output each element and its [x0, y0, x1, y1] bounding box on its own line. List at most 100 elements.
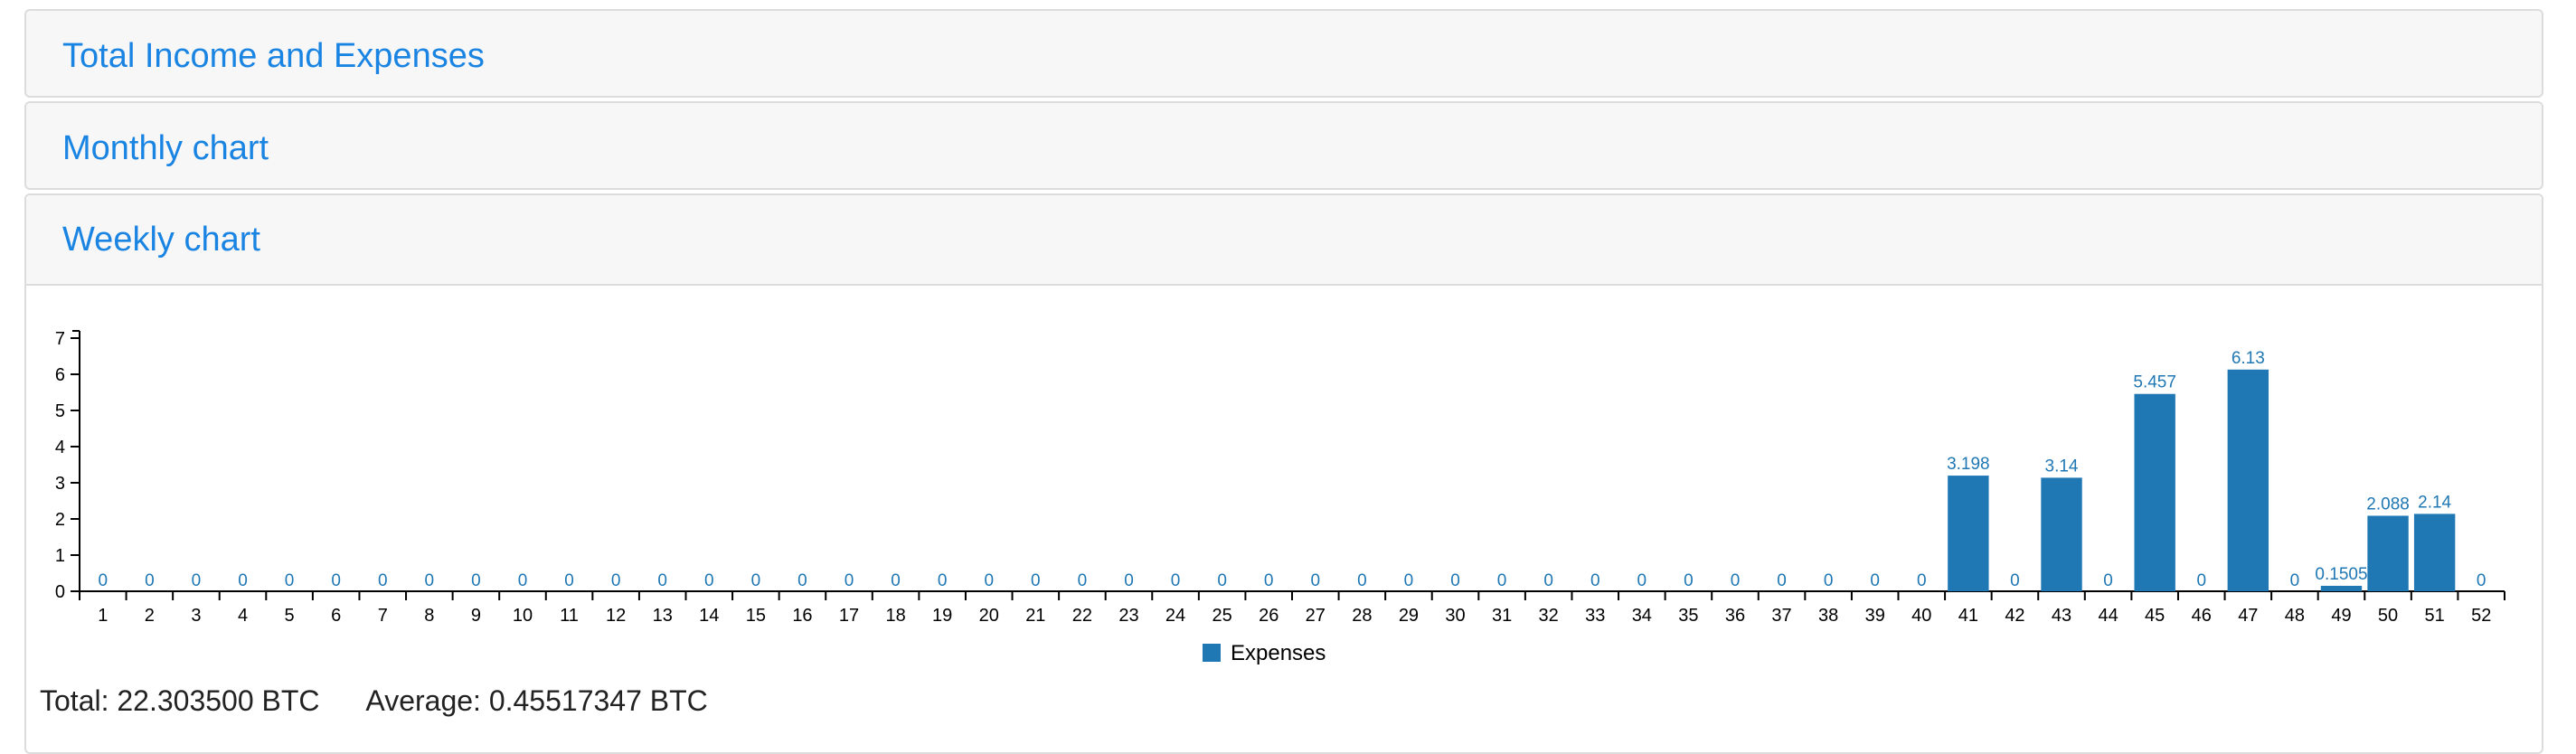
bar [2320, 585, 2363, 591]
bar-value-label: 0 [2290, 571, 2300, 590]
y-tick-label: 6 [55, 365, 65, 385]
bar-value-label: 0 [1637, 571, 1647, 590]
bar-value-label: 0 [1357, 571, 1367, 590]
x-tick-label: 10 [513, 606, 533, 626]
x-tick-label: 45 [2145, 606, 2165, 626]
bar-value-label: 0 [845, 571, 854, 590]
bar-value-label: 0 [1731, 571, 1741, 590]
x-tick-label: 14 [699, 606, 719, 626]
bar-value-label: 0 [1824, 571, 1834, 590]
x-tick-label: 47 [2238, 606, 2258, 626]
average-text: Average: 0.45517347 BTC [365, 684, 708, 717]
x-tick-label: 5 [285, 606, 295, 626]
x-tick-label: 17 [839, 606, 859, 626]
x-tick-label: 33 [1585, 606, 1605, 626]
bar-value-label: 0 [1124, 571, 1134, 590]
x-tick-label: 46 [2192, 606, 2212, 626]
x-tick-label: 50 [2378, 606, 2398, 626]
x-tick-label: 32 [1539, 606, 1559, 626]
bar-value-label: 0 [285, 571, 295, 590]
legend-swatch [1203, 644, 1221, 662]
y-tick-label: 4 [55, 438, 65, 457]
x-tick-label: 31 [1492, 606, 1512, 626]
bar-value-label: 0 [1031, 571, 1041, 590]
bar-value-label: 3.14 [2045, 457, 2079, 476]
bar-value-label: 0 [1217, 571, 1227, 590]
x-tick-label: 16 [792, 606, 812, 626]
y-tick-label: 2 [55, 510, 65, 530]
x-tick-label: 3 [191, 606, 201, 626]
x-tick-label: 48 [2285, 606, 2305, 626]
bar [2227, 369, 2269, 591]
x-tick-label: 25 [1213, 606, 1232, 626]
x-tick-label: 37 [1771, 606, 1791, 626]
x-tick-label: 13 [653, 606, 673, 626]
bar-value-label: 0 [704, 571, 714, 590]
x-tick-label: 35 [1678, 606, 1698, 626]
bar-value-label: 6.13 [2232, 349, 2265, 368]
bar-value-label: 0 [611, 571, 621, 590]
bar-value-label: 0 [564, 571, 574, 590]
x-tick-label: 29 [1399, 606, 1419, 626]
bar-value-label: 0 [1543, 571, 1553, 590]
bar-value-label: 0 [1310, 571, 1320, 590]
x-tick-label: 30 [1445, 606, 1465, 626]
bar-value-label: 0 [657, 571, 667, 590]
x-tick-label: 21 [1025, 606, 1045, 626]
x-tick-label: 51 [2425, 606, 2445, 626]
x-tick-label: 15 [746, 606, 766, 626]
y-tick-label: 7 [55, 329, 65, 349]
bar [1948, 476, 1989, 591]
bar-value-label: 5.457 [2133, 373, 2176, 392]
bar-value-label: 0 [1590, 571, 1600, 590]
y-tick-label: 3 [55, 474, 65, 494]
bar-value-label: 0.1505 [2315, 565, 2367, 584]
bar-value-label: 0 [2477, 571, 2486, 590]
weekly-chart-area: 0 1 2 3 4 5 6 7 0 1 0 2 0 3 0 4 0 5 0 6 0 7 0 8 0 9 0 10 0 11 0 12 0 13 0 1… [0, 0, 2576, 683]
x-tick-label: 23 [1118, 606, 1138, 626]
bar-value-label: 3.198 [1947, 455, 1990, 474]
x-tick-label: 38 [1818, 606, 1838, 626]
bar-value-label: 0 [1404, 571, 1414, 590]
x-tick-label: 34 [1632, 606, 1652, 626]
bar-value-label: 0 [145, 571, 155, 590]
x-tick-label: 42 [2005, 606, 2024, 626]
bar-value-label: 0 [1684, 571, 1694, 590]
legend-label: Expenses [1231, 641, 1326, 665]
x-tick-label: 52 [2471, 606, 2491, 626]
bar-value-label: 0 [471, 571, 481, 590]
x-tick-label: 41 [1958, 606, 1978, 626]
x-tick-label: 26 [1259, 606, 1279, 626]
weekly-expenses-bar-chart: 0123456701020304050607080901001101201301… [55, 329, 2505, 665]
x-tick-label: 11 [560, 606, 579, 626]
bar-value-label: 0 [1264, 571, 1274, 590]
bar-value-label: 0 [1171, 571, 1181, 590]
bar [2134, 393, 2175, 591]
x-tick-label: 18 [885, 606, 905, 626]
bar-value-label: 0 [2103, 571, 2113, 590]
x-tick-label: 27 [1306, 606, 1326, 626]
bar-value-label: 0 [425, 571, 435, 590]
x-tick-label: 36 [1725, 606, 1745, 626]
x-tick-label: 2 [145, 606, 155, 626]
bar [2041, 477, 2082, 591]
bar [2413, 514, 2456, 591]
x-tick-label: 7 [378, 606, 388, 626]
x-tick-label: 20 [979, 606, 999, 626]
y-tick-label: 1 [55, 546, 65, 566]
x-tick-label: 1 [98, 606, 108, 626]
bar-value-label: 2.14 [2418, 493, 2451, 512]
bar [2367, 515, 2409, 591]
x-tick-label: 49 [2331, 606, 2351, 626]
x-tick-label: 43 [2052, 606, 2071, 626]
bar-value-label: 0 [797, 571, 807, 590]
bar-value-label: 0 [751, 571, 761, 590]
bar-value-label: 2.088 [2366, 495, 2410, 514]
y-tick-label: 0 [55, 582, 65, 602]
x-tick-label: 22 [1072, 606, 1092, 626]
bar-value-label: 0 [98, 571, 108, 590]
x-tick-label: 6 [331, 606, 341, 626]
bar-value-label: 0 [891, 571, 901, 590]
x-tick-label: 44 [2098, 606, 2118, 626]
bar-value-label: 0 [1870, 571, 1880, 590]
